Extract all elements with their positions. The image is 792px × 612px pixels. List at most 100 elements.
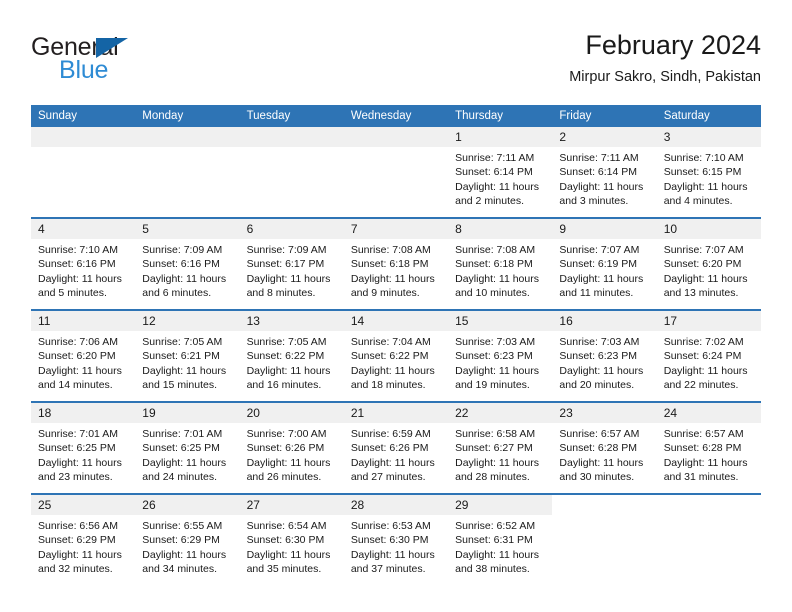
- calendar-day-cell[interactable]: 22 Sunrise: 6:58 AM Sunset: 6:27 PM Dayligh…: [448, 402, 553, 495]
- calendar-day-cell[interactable]: 23 Sunrise: 6:57 AM Sunset: 6:28 PM Dayligh…: [552, 402, 657, 495]
- sunset-text: Sunset: 6:29 PM: [38, 534, 116, 547]
- day-details: Sunrise: 7:01 AM Sunset: 6:25 PM Daylight:…: [135, 423, 239, 484]
- page-subtitle: Mirpur Sakro, Sindh, Pakistan: [569, 69, 761, 85]
- calendar-day-cell[interactable]: 17 Sunrise: 7:02 AM Sunset: 6:24 PM Dayligh…: [656, 310, 761, 403]
- day-number: 15: [448, 311, 553, 331]
- day-details: Sunrise: 6:58 AM Sunset: 6:27 PM Daylight:…: [448, 423, 552, 484]
- calendar-day-cell[interactable]: 7 Sunrise: 7:08 AM Sunset: 6:18 PM Daylight…: [343, 218, 449, 311]
- day-number: 4: [31, 219, 136, 239]
- day-details: Sunrise: 7:00 AM Sunset: 6:26 PM Daylight:…: [240, 423, 344, 484]
- daylight-text-line2: and 2 minutes.: [455, 194, 525, 207]
- daylight-text-line1: Daylight: 11 hours: [663, 180, 748, 193]
- daylight-text-line1: Daylight: 11 hours: [246, 272, 331, 285]
- sunrise-text: Sunrise: 7:10 AM: [38, 244, 118, 256]
- calendar-day-cell[interactable]: 21 Sunrise: 6:59 AM Sunset: 6:26 PM Dayligh…: [343, 402, 449, 495]
- day-cell-inner: 8 Sunrise: 7:08 AM Sunset: 6:18 PM Daylight…: [448, 219, 553, 309]
- sunrise-text: Sunrise: 7:08 AM: [455, 244, 536, 256]
- page-title: February 2024: [585, 30, 761, 60]
- day-cell-inner: 5 Sunrise: 7:09 AM Sunset: 6:16 PM Daylight…: [135, 219, 240, 309]
- sunrise-text: Sunrise: 7:02 AM: [663, 336, 744, 348]
- calendar-week-row: 25 Sunrise: 6:56 AM Sunset: 6:29 PM Dayligh…: [31, 494, 761, 585]
- calendar-cell-empty: [343, 127, 449, 219]
- day-number: 17: [656, 311, 761, 331]
- daylight-text-line2: and 37 minutes.: [350, 562, 426, 575]
- sunset-text: Sunset: 6:15 PM: [663, 166, 742, 179]
- day-number: 14: [343, 311, 449, 331]
- calendar-day-cell[interactable]: 19 Sunrise: 7:01 AM Sunset: 6:25 PM Dayligh…: [135, 402, 240, 495]
- day-details: Sunrise: 7:07 AM Sunset: 6:20 PM Daylight:…: [657, 239, 761, 300]
- calendar-day-cell[interactable]: 6 Sunrise: 7:09 AM Sunset: 6:17 PM Daylight…: [239, 218, 344, 311]
- day-number: [31, 127, 136, 147]
- calendar-day-cell[interactable]: 25 Sunrise: 6:56 AM Sunset: 6:29 PM Dayligh…: [31, 494, 136, 585]
- sunrise-text: Sunrise: 7:11 AM: [455, 152, 535, 164]
- day-cell-inner: [343, 127, 449, 217]
- sunrise-text: Sunrise: 7:03 AM: [455, 336, 536, 348]
- calendar-day-cell[interactable]: 10 Sunrise: 7:07 AM Sunset: 6:20 PM Dayligh…: [656, 218, 761, 311]
- calendar-day-cell[interactable]: 18 Sunrise: 7:01 AM Sunset: 6:25 PM Dayligh…: [31, 402, 136, 495]
- day-number: 22: [448, 403, 553, 423]
- daylight-text-line2: and 9 minutes.: [350, 286, 420, 299]
- calendar-page: General Blue February 2024 Mirpur Sakro,…: [0, 0, 792, 612]
- calendar-day-cell[interactable]: 28 Sunrise: 6:53 AM Sunset: 6:30 PM Dayligh…: [343, 494, 449, 585]
- calendar-day-cell[interactable]: 27 Sunrise: 6:54 AM Sunset: 6:30 PM Dayligh…: [239, 494, 344, 585]
- sunset-text: Sunset: 6:26 PM: [350, 442, 429, 455]
- calendar-day-cell[interactable]: 13 Sunrise: 7:05 AM Sunset: 6:22 PM Dayligh…: [239, 310, 344, 403]
- sunset-text: Sunset: 6:22 PM: [246, 350, 325, 363]
- calendar-day-cell[interactable]: 26 Sunrise: 6:55 AM Sunset: 6:29 PM Dayligh…: [135, 494, 240, 585]
- calendar-week-row: 18 Sunrise: 7:01 AM Sunset: 6:25 PM Dayligh…: [31, 402, 761, 495]
- sunset-text: Sunset: 6:28 PM: [663, 442, 742, 455]
- calendar-day-cell[interactable]: 9 Sunrise: 7:07 AM Sunset: 6:19 PM Daylight…: [552, 218, 657, 311]
- daylight-text-line2: and 30 minutes.: [559, 470, 635, 483]
- daylight-text-line1: Daylight: 11 hours: [246, 548, 331, 561]
- general-blue-logo[interactable]: General Blue: [31, 34, 251, 90]
- sunrise-text: Sunrise: 6:57 AM: [663, 428, 744, 440]
- day-cell-inner: [552, 495, 657, 585]
- daylight-text-line2: and 34 minutes.: [142, 562, 217, 575]
- sunset-text: Sunset: 6:19 PM: [559, 258, 638, 271]
- sunrise-text: Sunrise: 7:10 AM: [663, 152, 744, 164]
- calendar-day-cell[interactable]: 3 Sunrise: 7:10 AM Sunset: 6:15 PM Daylight…: [656, 127, 761, 219]
- sunrise-text: Sunrise: 6:53 AM: [350, 520, 431, 532]
- calendar-day-cell[interactable]: 15 Sunrise: 7:03 AM Sunset: 6:23 PM Dayligh…: [448, 310, 553, 403]
- daylight-text-line1: Daylight: 11 hours: [350, 272, 435, 285]
- calendar-day-cell[interactable]: 4 Sunrise: 7:10 AM Sunset: 6:16 PM Daylight…: [31, 218, 136, 311]
- daylight-text-line1: Daylight: 11 hours: [455, 180, 539, 193]
- daylight-text-line2: and 10 minutes.: [455, 286, 530, 299]
- calendar-day-cell[interactable]: 5 Sunrise: 7:09 AM Sunset: 6:16 PM Daylight…: [135, 218, 240, 311]
- day-details: Sunrise: 7:03 AM Sunset: 6:23 PM Daylight:…: [448, 331, 552, 392]
- day-cell-inner: 13 Sunrise: 7:05 AM Sunset: 6:22 PM Dayligh…: [239, 311, 344, 401]
- day-number: 19: [135, 403, 240, 423]
- daylight-text-line1: Daylight: 11 hours: [455, 548, 539, 561]
- calendar-week-row: 4 Sunrise: 7:10 AM Sunset: 6:16 PM Daylight…: [31, 218, 761, 311]
- sunrise-text: Sunrise: 7:07 AM: [559, 244, 640, 256]
- calendar-day-cell[interactable]: 11 Sunrise: 7:06 AM Sunset: 6:20 PM Dayligh…: [31, 310, 136, 403]
- calendar-day-cell[interactable]: 20 Sunrise: 7:00 AM Sunset: 6:26 PM Dayligh…: [239, 402, 344, 495]
- daylight-text-line1: Daylight: 11 hours: [455, 456, 539, 469]
- calendar-day-cell[interactable]: 16 Sunrise: 7:03 AM Sunset: 6:23 PM Dayligh…: [552, 310, 657, 403]
- calendar-day-cell[interactable]: 8 Sunrise: 7:08 AM Sunset: 6:18 PM Daylight…: [448, 218, 553, 311]
- calendar-day-cell[interactable]: 14 Sunrise: 7:04 AM Sunset: 6:22 PM Dayligh…: [343, 310, 449, 403]
- sunset-text: Sunset: 6:31 PM: [455, 534, 533, 547]
- sunset-text: Sunset: 6:18 PM: [455, 258, 533, 271]
- daylight-text-line1: Daylight: 11 hours: [142, 272, 227, 285]
- calendar-grid: Sunday Monday Tuesday Wednesday Thursday…: [31, 105, 761, 585]
- daylight-text-line2: and 14 minutes.: [38, 378, 113, 391]
- calendar-day-cell[interactable]: 29 Sunrise: 6:52 AM Sunset: 6:31 PM Dayligh…: [448, 494, 553, 585]
- calendar-day-cell[interactable]: 24 Sunrise: 6:57 AM Sunset: 6:28 PM Dayligh…: [656, 402, 761, 495]
- daylight-text-line2: and 8 minutes.: [246, 286, 316, 299]
- calendar-body: 1 Sunrise: 7:11 AM Sunset: 6:14 PM Daylight…: [31, 127, 761, 585]
- day-number: [239, 127, 344, 147]
- day-number: 21: [343, 403, 449, 423]
- daylight-text-line1: Daylight: 11 hours: [350, 364, 435, 377]
- daylight-text-line1: Daylight: 11 hours: [142, 364, 227, 377]
- calendar-day-cell[interactable]: 1 Sunrise: 7:11 AM Sunset: 6:14 PM Daylight…: [448, 127, 553, 219]
- day-details: Sunrise: 6:54 AM Sunset: 6:30 PM Daylight:…: [240, 515, 344, 576]
- calendar-day-cell[interactable]: 2 Sunrise: 7:11 AM Sunset: 6:14 PM Daylight…: [552, 127, 657, 219]
- page-header: General Blue February 2024 Mirpur Sakro,…: [31, 28, 761, 100]
- sunrise-text: Sunrise: 6:59 AM: [350, 428, 431, 440]
- sunrise-text: Sunrise: 7:06 AM: [38, 336, 118, 348]
- calendar-day-cell[interactable]: 12 Sunrise: 7:05 AM Sunset: 6:21 PM Dayligh…: [135, 310, 240, 403]
- sunrise-text: Sunrise: 7:09 AM: [142, 244, 223, 256]
- sunrise-text: Sunrise: 6:58 AM: [455, 428, 536, 440]
- daylight-text-line2: and 5 minutes.: [38, 286, 107, 299]
